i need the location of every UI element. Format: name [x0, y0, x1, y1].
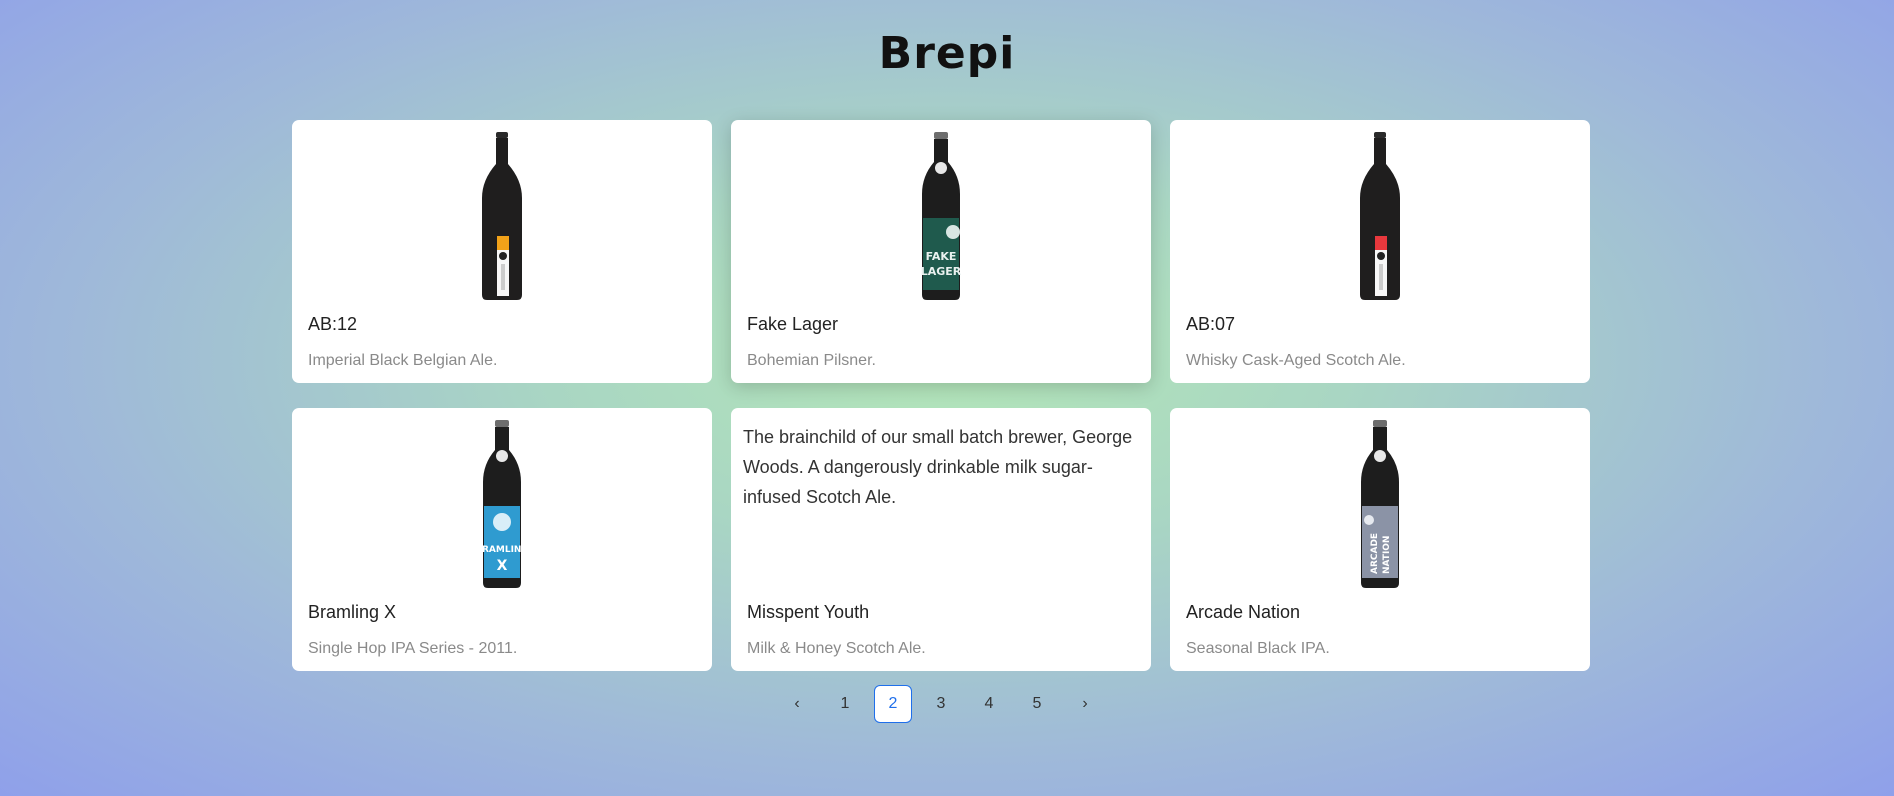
beer-grid: AB:12 Imperial Black Belgian Ale. FAKE L… [292, 120, 1590, 671]
page-button-4[interactable]: 4 [970, 685, 1008, 723]
beer-tagline: Bohemian Pilsner. [747, 352, 876, 369]
next-page-button[interactable]: › [1066, 685, 1104, 723]
beer-name: Fake Lager [747, 314, 839, 334]
page-button-1[interactable]: 1 [826, 685, 864, 723]
beer-tagline: Imperial Black Belgian Ale. [308, 352, 498, 369]
bottle-image: FAKE LAGER [731, 132, 1151, 302]
beer-card[interactable]: AB:07 Whisky Cask-Aged Scotch Ale. [1170, 120, 1590, 383]
beer-card[interactable]: ARCADE NATION Arcade Nation Seasonal Bla… [1170, 408, 1590, 671]
beer-name: Bramling X [308, 602, 397, 622]
svg-text:FAKE: FAKE [926, 250, 957, 263]
app-title: Brepi [878, 28, 1016, 79]
svg-text:BRAMLING: BRAMLING [477, 545, 527, 555]
bottle-image: BRAMLING X [292, 420, 712, 590]
beer-name: AB:12 [308, 314, 358, 334]
bottle-icon [1360, 132, 1400, 300]
bottle-image [292, 132, 712, 302]
bottle-icon [482, 132, 522, 300]
beer-name: Arcade Nation [1186, 602, 1301, 622]
pagination: ‹ 1 2 3 4 5 › [778, 685, 1104, 723]
svg-text:NATION: NATION [1382, 536, 1392, 574]
bottle-icon: ARCADE NATION [1361, 420, 1399, 588]
beer-card[interactable]: FAKE LAGER Fake Lager Bohemian Pilsner. [731, 120, 1151, 383]
beer-description: The brainchild of our small batch brewer… [743, 427, 1133, 507]
page-button-3[interactable]: 3 [922, 685, 960, 723]
svg-text:ARCADE: ARCADE [1370, 533, 1380, 574]
bottle-icon: FAKE LAGER [921, 132, 962, 300]
beer-card[interactable]: The brainchild of our small batch brewer… [731, 408, 1151, 671]
beer-name: Misspent Youth [747, 602, 870, 622]
bottle-image [1170, 132, 1590, 302]
beer-tagline: Single Hop IPA Series - 2011. [308, 640, 518, 657]
beer-card[interactable]: BRAMLING X Bramling X Single Hop IPA Ser… [292, 408, 712, 671]
beer-tagline: Whisky Cask-Aged Scotch Ale. [1186, 352, 1406, 369]
beer-card[interactable]: AB:12 Imperial Black Belgian Ale. [292, 120, 712, 383]
page-button-5[interactable]: 5 [1018, 685, 1056, 723]
page-button-2[interactable]: 2 [874, 685, 912, 723]
bottle-image: ARCADE NATION [1170, 420, 1590, 590]
beer-tagline: Milk & Honey Scotch Ale. [747, 640, 926, 657]
bottle-icon: BRAMLING X [477, 420, 527, 588]
svg-text:X: X [497, 558, 508, 574]
prev-page-button[interactable]: ‹ [778, 685, 816, 723]
beer-name: AB:07 [1186, 314, 1236, 334]
beer-tagline: Seasonal Black IPA. [1186, 640, 1330, 657]
svg-text:LAGER: LAGER [921, 265, 962, 278]
